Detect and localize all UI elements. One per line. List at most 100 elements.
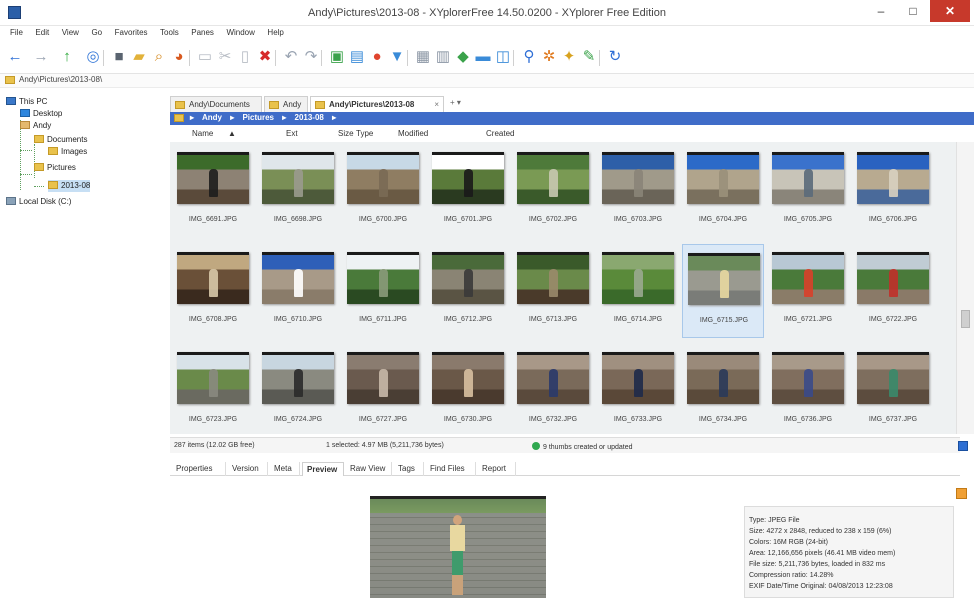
thumbs-icon[interactable]: ▥	[434, 48, 452, 66]
thumbnail-item[interactable]: IMG_6691.JPG	[172, 144, 254, 238]
column-created[interactable]: Created	[486, 129, 514, 138]
thumbnail-image[interactable]	[347, 352, 419, 404]
thumbnail-item[interactable]: IMG_6706.JPG	[852, 144, 934, 238]
delete-icon[interactable]: ✖	[256, 48, 274, 66]
thumbnail-item[interactable]: IMG_6715.JPG	[682, 244, 764, 338]
info-tab-report[interactable]: Report	[478, 462, 516, 476]
find-icon[interactable]: ⌕	[150, 48, 168, 66]
thumbnail-item[interactable]: IMG_6698.JPG	[257, 144, 339, 238]
split-icon[interactable]: ▬	[474, 48, 492, 66]
preview-options-button[interactable]	[956, 488, 967, 499]
tools-icon[interactable]: ✦	[560, 48, 578, 66]
menu-tools[interactable]: Tools	[160, 26, 179, 40]
thumbnail-image[interactable]	[857, 352, 929, 404]
thumbnail-image[interactable]	[772, 252, 844, 304]
filter-icon[interactable]: ▼	[388, 48, 406, 66]
thumbnail-item[interactable]: IMG_6724.JPG	[257, 344, 339, 434]
thumbnail-item[interactable]: IMG_6721.JPG	[767, 244, 849, 338]
tree-item-andy[interactable]: Andy	[20, 120, 51, 132]
thumbnail-item[interactable]: IMG_6730.JPG	[427, 344, 509, 434]
menu-go[interactable]: Go	[91, 26, 102, 40]
info-tab-preview[interactable]: Preview	[302, 462, 344, 476]
thumbnail-image[interactable]	[262, 252, 334, 304]
tree-item-desktop[interactable]: Desktop	[20, 108, 62, 120]
thumbnail-item[interactable]: IMG_6702.JPG	[512, 144, 594, 238]
tab-close-icon[interactable]: ×	[434, 97, 439, 112]
scrollbar-thumb[interactable]	[961, 310, 970, 328]
thumbnail-item[interactable]: IMG_6701.JPG	[427, 144, 509, 238]
breadcrumb-andy[interactable]: Andy	[202, 113, 222, 122]
info-tab-raw-view[interactable]: Raw View	[346, 462, 392, 476]
breadcrumb-arrow[interactable]: ▸	[230, 113, 234, 122]
column-name[interactable]: Name	[192, 129, 213, 138]
target-icon[interactable]: ◎	[84, 48, 102, 66]
clock-icon[interactable]: ◕	[170, 48, 188, 66]
address-path[interactable]: Andy\Pictures\2013-08\	[19, 75, 102, 84]
thumbnail-image[interactable]	[602, 252, 674, 304]
new-tab-button[interactable]: + ▾	[450, 98, 461, 107]
breadcrumb-arrow[interactable]: ▸	[332, 113, 336, 122]
tree-item-2013-08[interactable]: 2013-08	[48, 180, 91, 192]
color-icon[interactable]: ●	[368, 48, 386, 66]
close-button[interactable]: ✕	[930, 0, 970, 22]
column-modified[interactable]: Modified	[398, 129, 428, 138]
column-ext[interactable]: Ext	[286, 129, 298, 138]
thumbnail-image[interactable]	[432, 252, 504, 304]
redo-icon[interactable]: ↷	[302, 48, 320, 66]
tab-andy[interactable]: Andy	[264, 96, 308, 112]
thumbnail-item[interactable]: IMG_6705.JPG	[767, 144, 849, 238]
menu-help[interactable]: Help	[267, 26, 283, 40]
thumbnail-image[interactable]	[347, 252, 419, 304]
thumbnail-grid[interactable]: IMG_6691.JPG IMG_6698.JPG IMG_6700.JPG IMG_…	[170, 142, 956, 434]
info-tab-properties[interactable]: Properties	[172, 462, 226, 476]
paste-icon[interactable]: ▯	[236, 48, 254, 66]
menu-edit[interactable]: Edit	[35, 26, 49, 40]
copy-icon[interactable]: ▭	[196, 48, 214, 66]
cut-icon[interactable]: ✂	[216, 48, 234, 66]
thumbnail-item[interactable]: IMG_6722.JPG	[852, 244, 934, 338]
breadcrumb-arrow[interactable]: ▸	[190, 113, 194, 122]
thumbnail-image[interactable]	[687, 352, 759, 404]
image-icon[interactable]: ▤	[348, 48, 366, 66]
thumbnail-item[interactable]: IMG_6737.JPG	[852, 344, 934, 434]
thumbnail-image[interactable]	[772, 352, 844, 404]
back-icon[interactable]: ←	[6, 48, 24, 66]
grid-icon[interactable]: ▦	[414, 48, 432, 66]
breadcrumb-pictures[interactable]: Pictures	[242, 113, 274, 122]
thumbnail-image[interactable]	[517, 152, 589, 204]
vertical-scrollbar[interactable]	[956, 142, 974, 434]
column-type[interactable]: Type	[356, 129, 373, 138]
menu-panes[interactable]: Panes	[191, 26, 214, 40]
thumbnail-image[interactable]	[262, 352, 334, 404]
column-size[interactable]: Size	[338, 129, 354, 138]
thumbnail-image[interactable]	[177, 352, 249, 404]
forward-icon[interactable]: →	[32, 48, 50, 66]
pane-toggle-button[interactable]	[958, 441, 968, 451]
menu-file[interactable]: File	[10, 26, 23, 40]
thumbnail-image[interactable]	[857, 152, 929, 204]
tree-item-pictures[interactable]: Pictures	[34, 162, 76, 174]
phone-icon[interactable]: ▣	[328, 48, 346, 66]
thumbnail-item[interactable]: IMG_6711.JPG	[342, 244, 424, 338]
thumbnail-item[interactable]: IMG_6736.JPG	[767, 344, 849, 434]
info-tab-find-files[interactable]: Find Files	[426, 462, 476, 476]
view-icon[interactable]: ◆	[454, 48, 472, 66]
info-tab-version[interactable]: Version	[228, 462, 268, 476]
minimize-button[interactable]: –	[864, 0, 898, 22]
thumbnail-item[interactable]: IMG_6734.JPG	[682, 344, 764, 434]
info-icon[interactable]: ◫	[494, 48, 512, 66]
folder-icon[interactable]: ▰	[130, 48, 148, 66]
thumbnail-item[interactable]: IMG_6703.JPG	[597, 144, 679, 238]
maximize-button[interactable]: □	[896, 0, 930, 22]
tree-item-this-pc[interactable]: This PC	[6, 96, 47, 108]
thumbnail-item[interactable]: IMG_6732.JPG	[512, 344, 594, 434]
breadcrumb-2013-08[interactable]: 2013-08	[295, 113, 324, 122]
undo-icon[interactable]: ↶	[282, 48, 300, 66]
thumbnail-image[interactable]	[517, 252, 589, 304]
thumbnail-item[interactable]: IMG_6708.JPG	[172, 244, 254, 338]
thumbnail-item[interactable]: IMG_6710.JPG	[257, 244, 339, 338]
search-icon[interactable]: ⚲	[520, 48, 538, 66]
thumbnail-image[interactable]	[177, 152, 249, 204]
thumbnail-image[interactable]	[262, 152, 334, 204]
brush-icon[interactable]: ✎	[580, 48, 598, 66]
